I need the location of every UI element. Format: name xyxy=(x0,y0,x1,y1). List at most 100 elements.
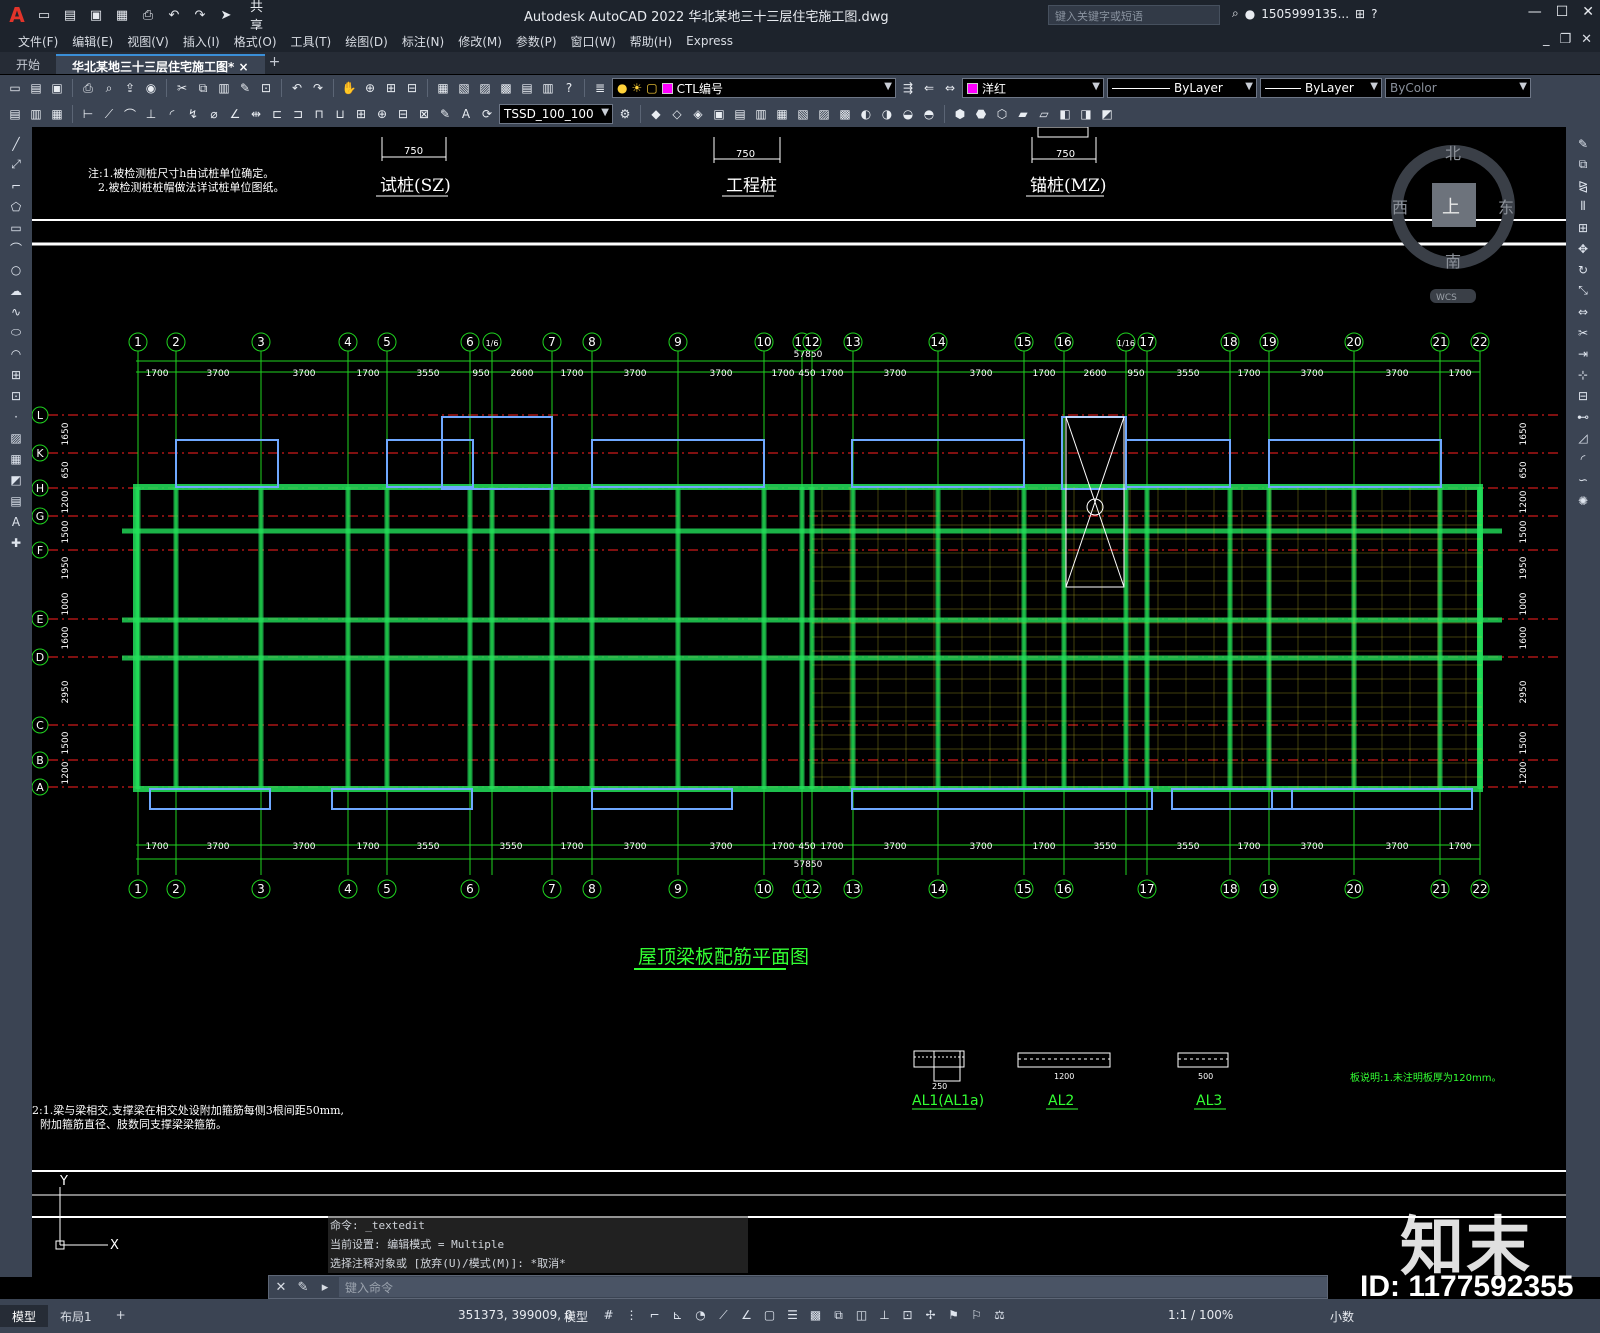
doc-close-icon[interactable]: ✕ xyxy=(1581,32,1592,47)
region-icon[interactable]: ◩ xyxy=(6,471,26,488)
polar-icon[interactable]: ◔ xyxy=(692,1305,709,1325)
drawing-area[interactable]: 注:1.被检测桩尺寸h由试桩单位确定。 2.被检测桩桩帽做法详试桩单位图纸。 7… xyxy=(32,127,1566,1277)
construction-line-icon[interactable]: ⤢ xyxy=(6,156,26,173)
redo-icon[interactable]: ↷ xyxy=(190,5,210,25)
explode-icon[interactable]: ✺ xyxy=(1573,492,1593,509)
auto-scale-icon[interactable]: ⚐ xyxy=(968,1305,985,1325)
matchprop-icon[interactable]: ✎ xyxy=(236,79,254,97)
tssd-tool-20-icon[interactable]: ◧ xyxy=(1056,105,1074,123)
arc-icon[interactable]: ⌒ xyxy=(6,240,26,257)
command-prompt-icon[interactable]: ▸ xyxy=(317,1280,333,1295)
dim-diameter-icon[interactable]: ⌀ xyxy=(205,105,223,123)
tssd-tool-17-icon[interactable]: ⬡ xyxy=(993,105,1011,123)
quickcalc-icon[interactable]: ▥ xyxy=(539,79,557,97)
snap-icon[interactable]: ⋮ xyxy=(623,1305,640,1325)
close-command-icon[interactable]: ✕ xyxy=(273,1280,289,1295)
plot-icon[interactable]: ⎙ xyxy=(79,79,97,97)
dim-continue-icon[interactable]: ⊐ xyxy=(289,105,307,123)
tssd-tool-12-icon[interactable]: ◑ xyxy=(878,105,896,123)
tssd-tool-18-icon[interactable]: ▰ xyxy=(1014,105,1032,123)
ellipse-arc-icon[interactable]: ◠ xyxy=(6,345,26,362)
annotation-visibility-icon[interactable]: ⚑ xyxy=(945,1305,962,1325)
tab-model[interactable]: 模型 xyxy=(0,1305,49,1327)
layer-state-icon[interactable]: ⇔ xyxy=(941,79,959,97)
inspect-icon[interactable]: ⊟ xyxy=(394,105,412,123)
plotstyle-dropdown[interactable]: ByColor ▼ xyxy=(1385,78,1531,98)
save-file-icon[interactable]: ▣ xyxy=(48,79,66,97)
blend-icon[interactable]: ∽ xyxy=(1573,471,1593,488)
zoom-window-icon[interactable]: ⊞ xyxy=(382,79,400,97)
dim-angular-icon[interactable]: ∠ xyxy=(226,105,244,123)
menu-format[interactable]: 格式(O) xyxy=(232,33,289,50)
transparency-icon[interactable]: ▩ xyxy=(807,1305,824,1325)
open-icon[interactable]: ▤ xyxy=(60,5,80,25)
menu-edit[interactable]: 编辑(E) xyxy=(70,33,125,50)
dim-text-edit-icon[interactable]: A xyxy=(457,105,475,123)
copy-icon[interactable]: ⧉ xyxy=(194,79,212,97)
blockeditor-icon[interactable]: ⊡ xyxy=(257,79,275,97)
maximize-icon[interactable]: ☐ xyxy=(1556,4,1569,20)
menu-help[interactable]: 帮助(H) xyxy=(628,33,684,50)
polyline-icon[interactable]: ⌐ xyxy=(6,177,26,194)
menu-dimension[interactable]: 标注(N) xyxy=(400,33,456,50)
tssd-tool-11-icon[interactable]: ◐ xyxy=(857,105,875,123)
array-icon[interactable]: ⊞ xyxy=(1573,219,1593,236)
menu-file[interactable]: 文件(F) xyxy=(16,33,70,50)
menu-express[interactable]: Express xyxy=(684,34,745,48)
insert-block-icon[interactable]: ⊞ xyxy=(6,366,26,383)
tab-start[interactable]: 开始 xyxy=(0,54,56,74)
tab-drawing[interactable]: 华北某地三十三层住宅施工图* × xyxy=(56,54,265,74)
doc-minimize-icon[interactable]: _ xyxy=(1543,32,1550,47)
help-tool-icon[interactable]: ? xyxy=(560,79,578,97)
tab-close-icon[interactable]: × xyxy=(238,60,248,74)
customize-icon[interactable]: ✎ xyxy=(295,1280,311,1295)
infer-icon[interactable]: ⌐ xyxy=(646,1305,663,1325)
stretch-icon[interactable]: ⇔ xyxy=(1573,303,1593,320)
tssd-tool-7-icon[interactable]: ▦ xyxy=(773,105,791,123)
menu-window[interactable]: 窗口(W) xyxy=(569,33,628,50)
jogged-linear-icon[interactable]: ⊠ xyxy=(415,105,433,123)
tssd-tool-19-icon[interactable]: ▱ xyxy=(1035,105,1053,123)
toolpalettes-icon[interactable]: ▨ xyxy=(476,79,494,97)
dim-jogged-icon[interactable]: ↯ xyxy=(184,105,202,123)
extend-icon[interactable]: ⇥ xyxy=(1573,345,1593,362)
scale-icon[interactable]: ⤡ xyxy=(1573,282,1593,299)
dim-aligned-icon[interactable]: ⟋ xyxy=(100,105,118,123)
isodraft-icon[interactable]: ⟋ xyxy=(715,1305,732,1325)
linetype-dropdown[interactable]: ByLayer ▼ xyxy=(1107,78,1257,98)
user-account[interactable]: ⌕ ● 1505999135... ⊞ ? xyxy=(1232,6,1377,21)
layer-previous-icon[interactable]: ⇐ xyxy=(920,79,938,97)
search-icon[interactable]: ⌕ xyxy=(1232,6,1239,21)
undo-tool-icon[interactable]: ↶ xyxy=(288,79,306,97)
menu-view[interactable]: 视图(V) xyxy=(125,33,181,50)
polygon-icon[interactable]: ⬠ xyxy=(6,198,26,215)
move-icon[interactable]: ✥ xyxy=(1573,240,1593,257)
print-icon[interactable]: ⎙ xyxy=(138,5,158,25)
preview-icon[interactable]: ⌕ xyxy=(100,79,118,97)
publish-icon[interactable]: ⇪ xyxy=(121,79,139,97)
join-icon[interactable]: ⊷ xyxy=(1573,408,1593,425)
lineweight-icon[interactable]: ☰ xyxy=(784,1305,801,1325)
selection-cycling-icon[interactable]: ⧉ xyxy=(830,1305,847,1325)
tssd-tool-5-icon[interactable]: ▤ xyxy=(731,105,749,123)
cart-icon[interactable]: ⊞ xyxy=(1355,7,1365,21)
dim-update-icon[interactable]: ⟳ xyxy=(478,105,496,123)
tssd-tool-13-icon[interactable]: ◒ xyxy=(899,105,917,123)
dwg-compare-icon[interactable]: ▦ xyxy=(48,105,66,123)
tssd-tool-4-icon[interactable]: ▣ xyxy=(710,105,728,123)
tssd-tool-6-icon[interactable]: ▥ xyxy=(752,105,770,123)
menu-parametric[interactable]: 参数(P) xyxy=(514,33,569,50)
dim-linear-icon[interactable]: ⊢ xyxy=(79,105,97,123)
pan-icon[interactable]: ✋ xyxy=(340,79,358,97)
annotation-scale[interactable]: 1:1 / 100% xyxy=(1168,1308,1233,1322)
revcloud-icon[interactable]: ☁ xyxy=(6,282,26,299)
new-icon[interactable]: ▭ xyxy=(34,5,54,25)
coordinate-readout[interactable]: 351373, 399009, 0 xyxy=(458,1308,573,1322)
dimstyle-dropdown[interactable]: TSSD_100_100 ▼ xyxy=(499,104,613,124)
tssd-tool-10-icon[interactable]: ▩ xyxy=(836,105,854,123)
share-button[interactable]: 共享 xyxy=(250,0,270,34)
dim-edit-icon[interactable]: ✎ xyxy=(436,105,454,123)
markup-icon[interactable]: ▤ xyxy=(518,79,536,97)
mtext-icon[interactable]: A xyxy=(6,513,26,530)
center-mark-icon[interactable]: ⊕ xyxy=(373,105,391,123)
